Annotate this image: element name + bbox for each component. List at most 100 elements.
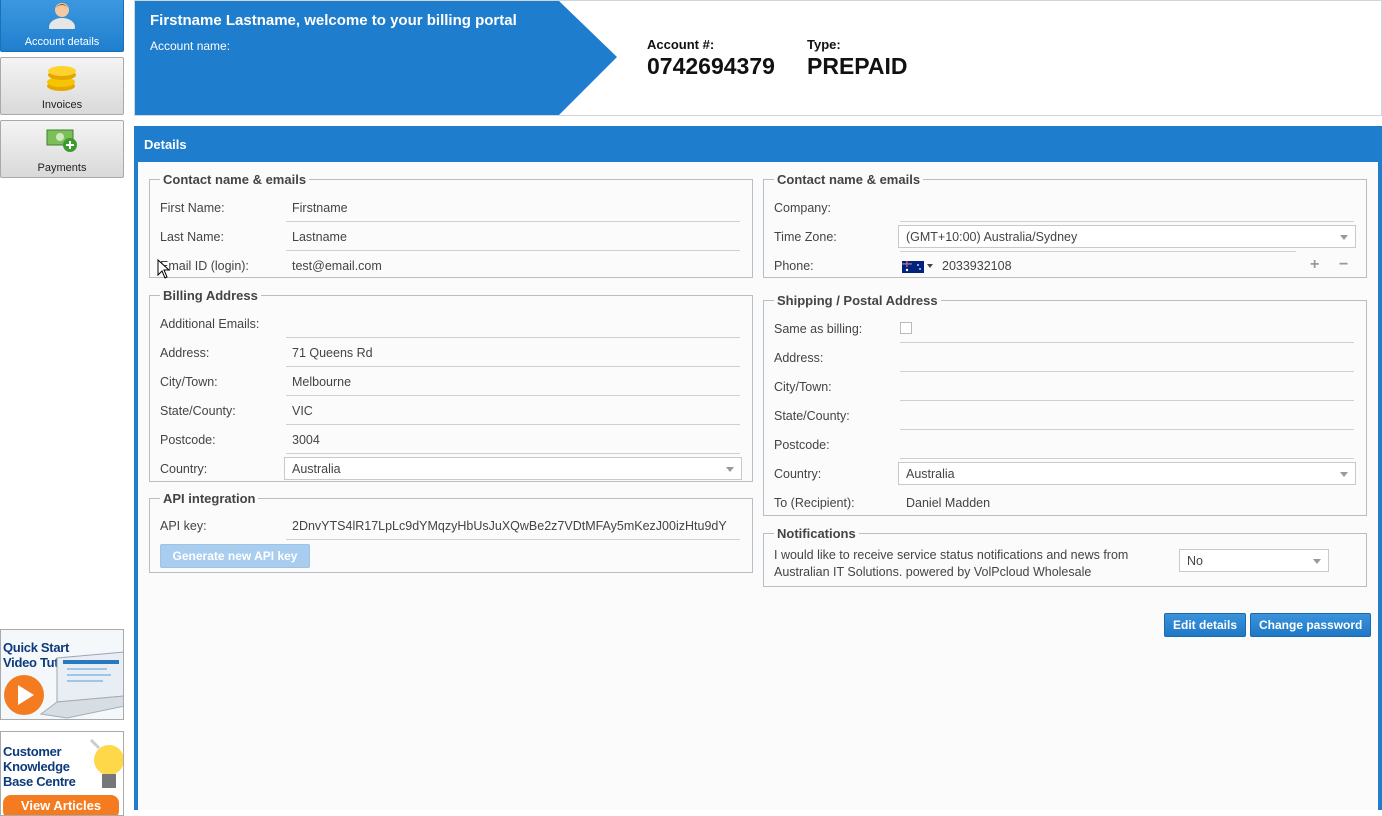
- ship-city-label: City/Town:: [774, 380, 832, 394]
- country-select-value: Australia: [292, 462, 341, 476]
- last-name-row: Last Name: Lastname: [160, 222, 740, 251]
- phone-add-icon[interactable]: +: [1310, 256, 1319, 274]
- view-articles-button[interactable]: View Articles: [3, 795, 119, 815]
- play-icon: [4, 675, 44, 715]
- postcode-label: Postcode:: [160, 433, 216, 447]
- state-label: State/County:: [160, 404, 236, 418]
- company-label: Company:: [774, 201, 831, 215]
- group-legend: Billing Address: [163, 288, 258, 303]
- account-header: Firstname Lastname, welcome to your bill…: [134, 0, 1382, 116]
- ship-address-label: Address:: [774, 351, 824, 365]
- notifications-text-line: I would like to receive service status n…: [774, 548, 1129, 562]
- group-legend: Shipping / Postal Address: [777, 293, 938, 308]
- recipient-field[interactable]: Daniel Madden: [906, 496, 990, 510]
- notifications-select[interactable]: No: [1179, 549, 1329, 572]
- ship-postcode-row: Postcode:: [774, 430, 1354, 459]
- sidebar: Account details Invoices Payments Quick …: [0, 0, 124, 816]
- phone-remove-icon[interactable]: −: [1339, 256, 1348, 274]
- chevron-down-icon: [726, 467, 734, 472]
- first-name-row: First Name: Firstname: [160, 193, 740, 222]
- account-number-block: Account #: 0742694379: [647, 37, 775, 80]
- ship-city-row: City/Town:: [774, 372, 1354, 401]
- promo-title-line: Customer: [3, 744, 62, 759]
- coins-icon: [47, 66, 76, 91]
- postcode-row: Postcode: 3004: [160, 425, 740, 454]
- promo-title-line: Base Centre: [3, 774, 76, 789]
- change-password-button[interactable]: Change password: [1250, 613, 1372, 637]
- ship-state-row: State/County:: [774, 401, 1354, 430]
- first-name-label: First Name:: [160, 201, 225, 215]
- user-icon: [49, 3, 75, 29]
- contact-left-group: Contact name & emails First Name: Firstn…: [149, 172, 753, 278]
- laptop-icon: [39, 651, 123, 719]
- generate-api-key-button[interactable]: Generate new API key: [160, 544, 310, 568]
- notifications-text: I would like to receive service status n…: [774, 547, 1128, 581]
- group-legend: Contact name & emails: [163, 172, 307, 187]
- contact-right-group: Contact name & emails Company: Time Zone…: [763, 172, 1367, 278]
- timezone-select-value: (GMT+10:00) Australia/Sydney: [906, 230, 1078, 244]
- city-field[interactable]: Melbourne: [292, 375, 351, 389]
- chevron-down-icon: [1313, 559, 1321, 564]
- timezone-label: Time Zone:: [774, 230, 837, 244]
- shipping-address-group: Shipping / Postal Address Same as billin…: [763, 293, 1367, 516]
- city-label: City/Town:: [160, 375, 218, 389]
- timezone-select[interactable]: (GMT+10:00) Australia/Sydney: [898, 225, 1356, 248]
- promo-quick-start-video[interactable]: Quick Start Video Tutorial: [0, 629, 124, 720]
- api-key-field[interactable]: 2DnvYTS4lR17LpLc9dYMqzyHbUsJuXQwBe2z7VDt…: [292, 519, 738, 533]
- edit-details-button[interactable]: Edit details: [1164, 613, 1247, 637]
- postcode-field[interactable]: 3004: [292, 433, 320, 447]
- ship-country-select-value: Australia: [906, 467, 955, 481]
- promo-knowledge-base[interactable]: Customer Knowledge Base Centre View Arti…: [0, 731, 124, 816]
- address-label: Address:: [160, 346, 210, 360]
- details-panel: Details Contact name & emails First Name…: [134, 126, 1382, 810]
- ship-state-label: State/County:: [774, 409, 850, 423]
- account-type-label: Type:: [807, 37, 841, 52]
- last-name-field[interactable]: Lastname: [292, 230, 347, 244]
- sidebar-item-label: Payments: [37, 162, 87, 174]
- notifications-select-value: No: [1187, 554, 1203, 568]
- timezone-row: Time Zone: (GMT+10:00) Australia/Sydney: [774, 222, 1356, 251]
- account-name-label: Account name:: [150, 39, 231, 53]
- last-name-label: Last Name:: [160, 230, 224, 244]
- city-row: City/Town: Melbourne: [160, 367, 740, 396]
- group-legend: Contact name & emails: [777, 172, 921, 187]
- email-label: Email ID (login):: [160, 259, 249, 273]
- ship-postcode-label: Postcode:: [774, 438, 830, 452]
- phone-row: Phone: 2033932108 + −: [774, 251, 1354, 280]
- australia-flag-icon[interactable]: [902, 261, 924, 273]
- ship-country-select[interactable]: Australia: [898, 462, 1356, 485]
- chevron-down-icon: [1340, 235, 1348, 240]
- sidebar-item-label: Invoices: [41, 99, 83, 111]
- same-as-billing-checkbox[interactable]: [900, 322, 912, 334]
- country-label: Country:: [160, 462, 208, 476]
- phone-field[interactable]: 2033932108: [942, 259, 1012, 273]
- sidebar-item-invoices[interactable]: Invoices: [0, 57, 124, 115]
- recipient-label: To (Recipient):: [774, 496, 855, 510]
- account-number-label: Account #:: [647, 37, 715, 52]
- sidebar-item-payments[interactable]: Payments: [0, 120, 124, 178]
- sidebar-item-account-details[interactable]: Account details: [0, 0, 124, 52]
- billing-address-group: Billing Address Additional Emails: Addre…: [149, 288, 753, 482]
- details-body: Contact name & emails First Name: Firstn…: [138, 162, 1378, 810]
- email-field[interactable]: test@email.com: [292, 259, 382, 273]
- country-row: Country: Australia: [160, 454, 742, 483]
- api-key-row: API key: 2DnvYTS4lR17LpLc9dYMqzyHbUsJuXQ…: [160, 511, 740, 540]
- additional-emails-row: Additional Emails:: [160, 309, 740, 338]
- state-field[interactable]: VIC: [292, 404, 313, 418]
- account-number: 0742694379: [647, 53, 775, 79]
- group-legend: API integration: [163, 491, 256, 506]
- flag-dropdown-icon[interactable]: [927, 264, 933, 268]
- first-name-field[interactable]: Firstname: [292, 201, 348, 215]
- address-field[interactable]: 71 Queens Rd: [292, 346, 373, 360]
- country-select[interactable]: Australia: [284, 457, 742, 480]
- state-row: State/County: VIC: [160, 396, 740, 425]
- notifications-group: Notifications I would like to receive se…: [763, 526, 1367, 587]
- recipient-row: To (Recipient): Daniel Madden: [774, 488, 1354, 517]
- api-integration-group: API integration API key: 2DnvYTS4lR17LpL…: [149, 491, 753, 573]
- lightbulb-icon: [89, 738, 123, 788]
- details-title: Details: [144, 137, 187, 152]
- account-type-block: Type: PREPAID: [807, 37, 908, 80]
- same-as-billing-label: Same as billing:: [774, 322, 863, 336]
- phone-label: Phone:: [774, 259, 814, 273]
- sidebar-item-label: Account details: [24, 36, 100, 48]
